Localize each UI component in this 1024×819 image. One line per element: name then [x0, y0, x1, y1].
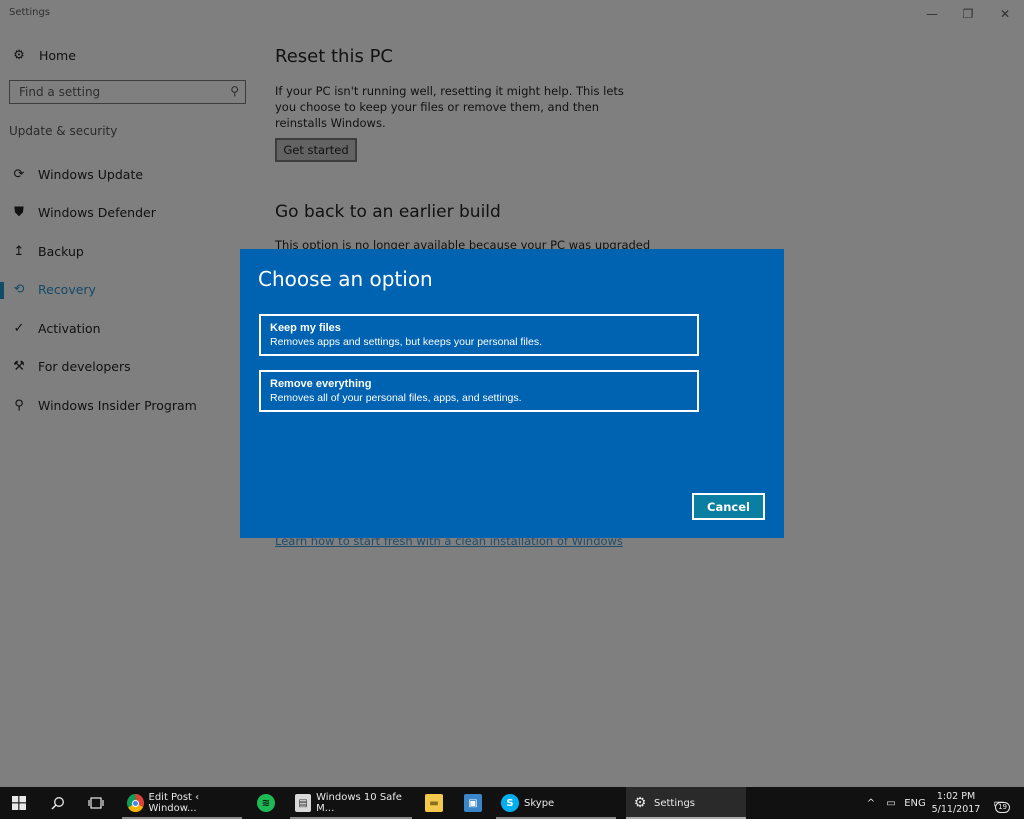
taskbar: Edit Post ‹ Window... ≋ ▤ Windows 10 Saf…: [0, 787, 1024, 819]
developer-tools-icon: ⚒: [13, 359, 25, 375]
clock-date: 5/11/2017: [931, 804, 981, 815]
window-title: Settings: [9, 7, 51, 18]
sidebar-item-label: Recovery: [38, 282, 96, 298]
taskbar-app-spotify[interactable]: ≋: [250, 787, 282, 819]
choose-option-dialog: Choose an option Keep my files Removes a…: [240, 249, 784, 538]
sidebar-item-label: Backup: [38, 243, 84, 259]
sidebar-item-recovery[interactable]: ⟲ Recovery: [0, 271, 250, 310]
remove-everything-option[interactable]: Remove everything Removes all of your pe…: [259, 370, 699, 412]
taskbar-app-label: Settings: [654, 797, 696, 809]
get-started-button[interactable]: Get started: [275, 138, 357, 162]
nav-home-label: Home: [39, 47, 76, 63]
nav-home[interactable]: ⚙ Home: [12, 46, 76, 64]
sidebar-item-label: Windows Defender: [38, 205, 156, 221]
sidebar-nav: ⟳ Windows Update ⛊ Windows Defender ↥ Ba…: [0, 155, 250, 425]
taskbar-app-label: Skype: [524, 797, 555, 809]
shield-icon: ⛊: [14, 205, 24, 221]
windows-logo-icon: [12, 796, 26, 810]
sidebar-item-activation[interactable]: ✓ Activation: [0, 309, 250, 348]
home-gear-icon: ⚙: [13, 47, 25, 63]
taskbar-app-remote-desktop[interactable]: ▣: [457, 787, 489, 819]
taskbar-app-label: Edit Post ‹ Window...: [148, 792, 200, 814]
sidebar-item-windows-insider[interactable]: ⚲ Windows Insider Program: [0, 386, 250, 425]
skype-icon: S: [501, 794, 519, 812]
option-title: Keep my files: [270, 322, 341, 334]
action-center-button[interactable]: ▭ 19: [988, 787, 1010, 819]
sidebar-item-for-developers[interactable]: ⚒ For developers: [0, 348, 250, 387]
option-title: Remove everything: [270, 378, 372, 390]
section-label: Update & security: [9, 124, 118, 138]
option-description: Removes all of your personal files, apps…: [270, 392, 522, 404]
sidebar-item-label: Windows Update: [38, 166, 144, 182]
clock[interactable]: 1:02 PM 5/11/2017: [930, 790, 982, 816]
cancel-button[interactable]: Cancel: [692, 493, 765, 520]
chrome-icon: [127, 794, 144, 812]
show-hidden-icons-button[interactable]: ^: [864, 787, 878, 819]
sidebar-item-label: Windows Insider Program: [38, 397, 197, 413]
history-icon: ⟲: [13, 282, 25, 298]
taskbar-app-file-explorer[interactable]: ▬: [418, 787, 450, 819]
close-button[interactable]: ✕: [990, 4, 1020, 24]
start-button[interactable]: [0, 787, 38, 819]
go-back-title: Go back to an earlier build: [275, 202, 501, 222]
search-icon[interactable]: ⚲: [230, 84, 239, 98]
reset-pc-description: If your PC isn't running well, resetting…: [275, 84, 624, 130]
sidebar-item-windows-defender[interactable]: ⛊ Windows Defender: [0, 194, 250, 233]
language-indicator[interactable]: ENG: [904, 787, 926, 819]
chevron-up-icon: ^: [866, 797, 876, 809]
option-description: Removes apps and settings, but keeps you…: [270, 336, 542, 348]
clock-time: 1:02 PM: [936, 791, 976, 802]
backup-arrow-icon: ↥: [13, 243, 25, 259]
taskbar-app-document[interactable]: ▤ Windows 10 Safe M...: [290, 787, 412, 819]
document-icon: ▤: [295, 794, 312, 812]
spotify-icon: ≋: [257, 794, 275, 812]
search-input[interactable]: [10, 81, 215, 103]
title-bar: Settings — ❐ ✕: [0, 0, 1024, 30]
search-taskbar-button[interactable]: [42, 787, 74, 819]
person-icon: ⚲: [14, 397, 24, 413]
search-icon: [51, 797, 64, 810]
file-explorer-icon: ▬: [425, 794, 443, 812]
network-button[interactable]: ▭: [882, 787, 900, 819]
sidebar-item-windows-update[interactable]: ⟳ Windows Update: [0, 155, 250, 194]
network-icon: ▭: [886, 797, 896, 809]
task-view-icon: [88, 797, 104, 809]
taskbar-app-chrome[interactable]: Edit Post ‹ Window...: [122, 787, 242, 819]
keep-my-files-option[interactable]: Keep my files Removes apps and settings,…: [259, 314, 699, 356]
search-box[interactable]: ⚲: [9, 80, 246, 104]
sidebar-item-backup[interactable]: ↥ Backup: [0, 232, 250, 271]
sidebar-item-label: For developers: [38, 359, 131, 375]
taskbar-app-skype[interactable]: S Skype: [496, 787, 616, 819]
check-circle-icon: ✓: [13, 320, 25, 336]
settings-gear-icon: ⚙: [633, 795, 647, 811]
task-view-button[interactable]: [80, 787, 112, 819]
taskbar-app-label: Windows 10 Safe M...: [316, 792, 402, 814]
dialog-title: Choose an option: [258, 267, 433, 291]
remote-desktop-icon: ▣: [464, 794, 482, 812]
refresh-icon: ⟳: [13, 166, 25, 182]
taskbar-app-settings[interactable]: ⚙ Settings: [626, 787, 746, 819]
sidebar-item-label: Activation: [38, 320, 101, 336]
reset-pc-title: Reset this PC: [275, 46, 393, 67]
minimize-button[interactable]: —: [917, 4, 947, 24]
notification-count: 19: [995, 802, 1010, 813]
restore-button[interactable]: ❐: [953, 4, 983, 24]
